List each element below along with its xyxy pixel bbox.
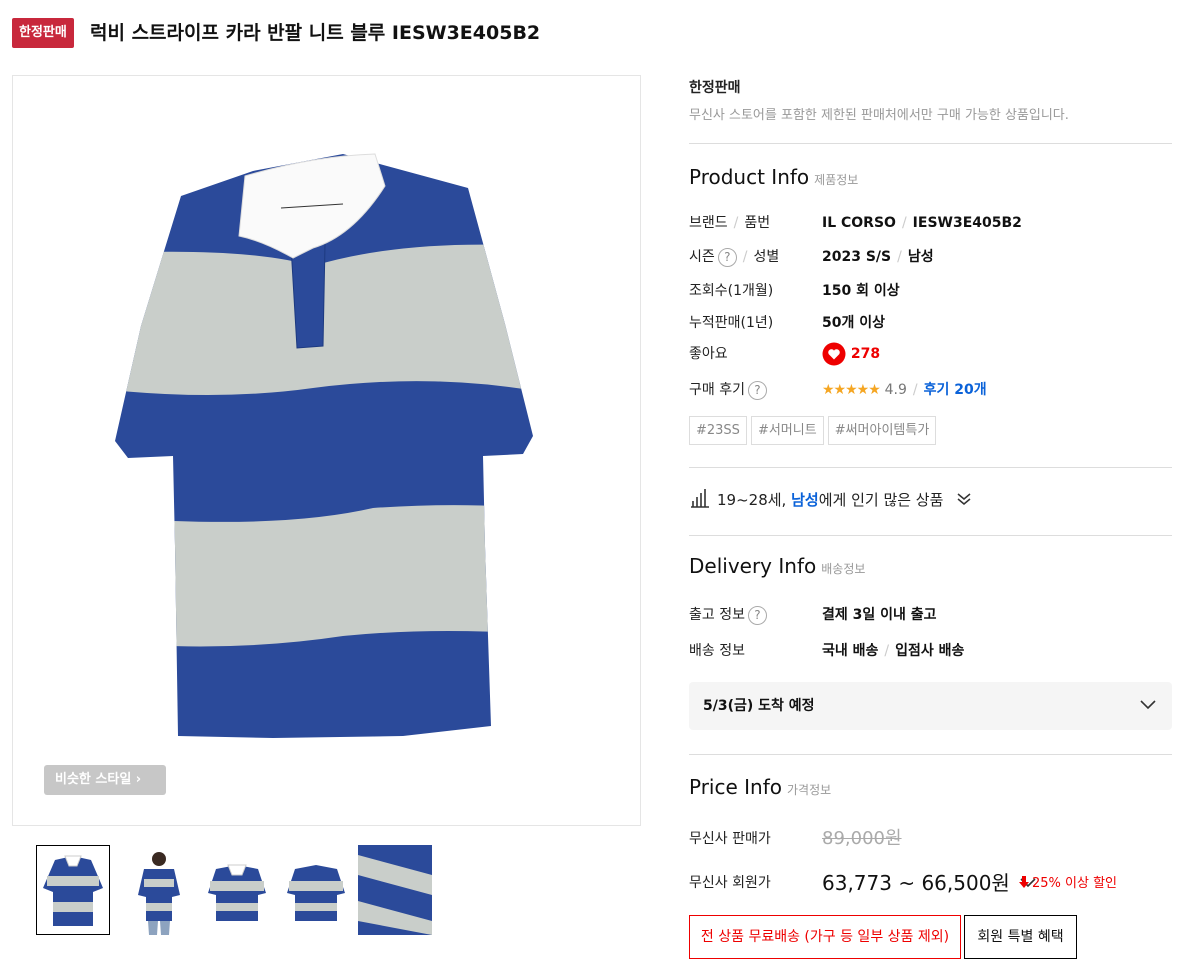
rating-score: 4.9 (884, 382, 907, 398)
discount-text: 25% 이상 할인 (1032, 876, 1117, 891)
help-icon[interactable]: ? (747, 605, 767, 625)
sales-label: 누적판매(1년) (689, 315, 774, 331)
product-info-subtitle: 제품정보 (814, 173, 859, 187)
season-row: 시즌? / 성별 2023 S/S / 남성 (689, 247, 934, 267)
knit-shirt-illustration (115, 153, 533, 738)
limited-badge: 한정판매 (12, 18, 74, 48)
season-label: 시즌 (689, 249, 715, 265)
code-label: 품번 (744, 215, 771, 231)
popular-suffix: 에게 인기 많은 상품 (818, 491, 944, 509)
like-count: 278 (850, 346, 881, 362)
arrow-down-icon (1019, 876, 1029, 888)
divider (689, 143, 1172, 144)
delivery-info-title: Delivery Info (689, 554, 817, 578)
sales-row: 누적판매(1년) 50개 이상 (689, 311, 1172, 335)
similar-style-button[interactable]: 비슷한 스타일 › (44, 765, 166, 795)
delivery-method: 입점사 배송 (895, 643, 965, 659)
main-product-image[interactable]: 비슷한 스타일 › (12, 75, 641, 826)
sale-price-label: 무신사 판매가 (689, 831, 771, 847)
gender-label: 성별 (753, 249, 780, 265)
tag-list: #23SS #서머니트 #써머아이템특가 (689, 416, 940, 445)
page-title: 럭비 스트라이프 카라 반팔 니트 블루 IESW3E405B2 (90, 22, 541, 44)
tag-item[interactable]: #써머아이템특가 (827, 416, 937, 445)
product-info-heading: Product Info 제품정보 (689, 165, 858, 189)
thumbnail-image (287, 865, 345, 921)
tag-item[interactable]: #서머니트 (750, 416, 824, 445)
member-price-label: 무신사 회원가 (689, 875, 771, 891)
likes-label: 좋아요 (689, 346, 728, 362)
thumbnail-image (138, 852, 180, 935)
original-price: 89,000원 (822, 828, 902, 849)
thumbnail-image (208, 864, 266, 921)
divider (689, 467, 1172, 468)
thumbnail-image (43, 855, 103, 926)
reviews-row: 구매 후기? ★★★★★ 4.9/후기 20개 (689, 380, 987, 400)
popular-gender: 남성 (791, 491, 819, 509)
divider (689, 535, 1172, 536)
arrival-dropdown[interactable]: 5/3(금) 도착 예정 (689, 682, 1172, 730)
product-detail-panel: 한정판매 무신사 스토어를 포함한 제한된 판매처에서만 구매 가능한 상품입니… (689, 0, 1172, 975)
delivery-label: 배송 정보 (689, 643, 745, 659)
limited-description: 무신사 스토어를 포함한 제한된 판매처에서만 구매 가능한 상품입니다. (689, 108, 1069, 123)
delivery-type: 국내 배송 (822, 643, 879, 659)
likes-row: 좋아요 278 (689, 342, 1172, 366)
shipping-row: 출고 정보? 결제 3일 이내 출고 (689, 603, 1172, 627)
heart-icon[interactable] (822, 342, 846, 366)
season-value: 2023 S/S (822, 249, 892, 265)
popular-toggle[interactable]: 19~28세, 남성에게 인기 많은 상품 (689, 487, 972, 513)
price-info-heading: Price Info 가격정보 (689, 775, 831, 799)
help-icon[interactable]: ? (717, 247, 737, 267)
thumbnail-strip (36, 845, 436, 935)
thumbnail-image (358, 845, 432, 935)
thumbnail-3[interactable] (200, 845, 274, 935)
brand-row: 브랜드 / 품번 IL CORSO / IESW3E405B2 (689, 215, 1022, 231)
tag-item[interactable]: #23SS (689, 416, 747, 445)
popular-age: 19~28세, (717, 491, 787, 509)
price-info-title: Price Info (689, 775, 782, 799)
star-rating-icon: ★★★★★ (822, 382, 881, 398)
views-row: 조회수(1개월) 150 회 이상 (689, 279, 1172, 303)
price-info-subtitle: 가격정보 (787, 783, 832, 797)
views-label: 조회수(1개월) (689, 283, 774, 299)
brand-link[interactable]: IL CORSO (822, 215, 896, 231)
delivery-info-subtitle: 배송정보 (821, 562, 866, 576)
divider (689, 754, 1172, 755)
bar-chart-icon (691, 489, 709, 508)
sales-value: 50개 이상 (822, 315, 885, 331)
member-benefit-button[interactable]: 회원 특별 혜택 (964, 915, 1077, 959)
help-icon[interactable]: ? (747, 380, 767, 400)
reviews-link[interactable]: 후기 20개 (924, 382, 987, 398)
thumbnail-1[interactable] (36, 845, 110, 935)
limited-label: 한정판매 (689, 80, 741, 96)
thumbnail-4[interactable] (279, 845, 353, 935)
member-price-toggle[interactable]: 63,773 ~ 66,500원 (822, 867, 1036, 896)
shipping-label: 출고 정보 (689, 607, 745, 623)
product-code: IESW3E405B2 (912, 215, 1022, 231)
member-price: 63,773 ~ 66,500원 (822, 871, 1010, 895)
gender-value: 남성 (907, 249, 934, 265)
views-value: 150 회 이상 (822, 283, 900, 299)
thumbnail-5[interactable] (358, 845, 432, 935)
reviews-label: 구매 후기 (689, 382, 745, 398)
free-shipping-button[interactable]: 전 상품 무료배송 (가구 등 일부 상품 제외) (689, 915, 961, 959)
shipping-value: 결제 3일 이내 출고 (822, 607, 937, 623)
discount-badge: 25% 이상 할인 (1019, 872, 1117, 891)
double-chevron-down-icon (957, 493, 971, 505)
arrival-date: 5/3(금) 도착 예정 (703, 698, 815, 714)
chevron-down-icon (1140, 700, 1156, 710)
delivery-info-heading: Delivery Info 배송정보 (689, 554, 865, 578)
brand-label: 브랜드 (689, 215, 728, 231)
delivery-row: 배송 정보 국내 배송 / 입점사 배송 (689, 639, 1172, 663)
product-info-title: Product Info (689, 165, 810, 189)
thumbnail-2[interactable] (122, 845, 196, 935)
